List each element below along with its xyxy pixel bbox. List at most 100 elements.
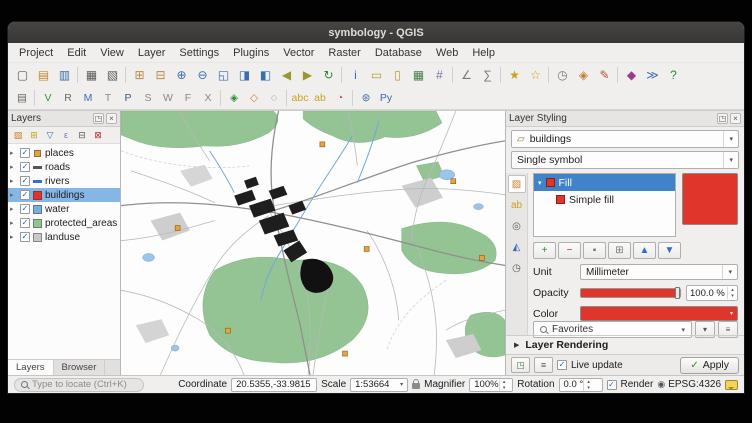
zoom-to-selection-icon[interactable]: ◨ <box>234 65 255 85</box>
toolbar-separator[interactable] <box>498 66 504 84</box>
layer-visibility-checkbox[interactable]: ✓ <box>20 204 30 214</box>
menu-item[interactable]: Settings <box>172 45 226 61</box>
menu-item[interactable]: Layer <box>131 45 173 61</box>
open-project-icon[interactable]: ▤ <box>33 65 54 85</box>
toolbar-separator[interactable] <box>75 66 81 84</box>
layer-visibility-checkbox[interactable]: ✓ <box>20 190 30 200</box>
new-shapefile-layer-icon[interactable]: ◇ <box>244 89 264 107</box>
magnifier-spinbox[interactable]: 100% ▴▾ <box>469 378 513 392</box>
add-vector-layer-icon[interactable]: V <box>38 89 58 107</box>
toolbar-separator[interactable] <box>284 89 290 107</box>
add-delimited-text-icon[interactable]: T <box>98 89 118 107</box>
close-panel-icon[interactable]: × <box>106 113 117 124</box>
zoom-next-icon[interactable]: ▶ <box>297 65 318 85</box>
deselect-features-icon[interactable]: ▯ <box>387 65 408 85</box>
add-group-icon[interactable]: ⊞ <box>26 128 42 143</box>
layer-row[interactable]: ▸ ✓ water <box>8 202 120 216</box>
menu-item[interactable]: Edit <box>60 45 93 61</box>
pan-to-selection-icon[interactable]: ⊟ <box>150 65 171 85</box>
toolbar-separator[interactable] <box>123 66 129 84</box>
layer-visibility-checkbox[interactable]: ✓ <box>20 218 30 228</box>
apply-button[interactable]: ✓ Apply <box>680 357 739 374</box>
remove-layer-icon[interactable]: ⊠ <box>90 128 106 143</box>
menu-item[interactable]: Project <box>12 45 60 61</box>
layer-selector-combo[interactable]: ▱ buildings ▾ <box>511 130 739 148</box>
python-icon[interactable]: Py <box>376 89 396 107</box>
expand-all-icon[interactable]: ⊟ <box>74 128 90 143</box>
move-symbol-down-button[interactable]: ▼ <box>658 242 681 259</box>
symbol-mode-combo[interactable]: Single symbol ▾ <box>511 151 739 169</box>
select-features-icon[interactable]: ▭ <box>366 65 387 85</box>
show-bookmarks-icon[interactable]: ☆ <box>525 65 546 85</box>
layer-visibility-checkbox[interactable]: ✓ <box>20 176 30 186</box>
layer-row[interactable]: ▸ ✓ buildings <box>8 188 120 202</box>
layer-rendering-section[interactable]: ▶ Layer Rendering <box>506 335 744 354</box>
diagram-options-icon[interactable]: ◔ <box>330 89 350 107</box>
menu-item[interactable]: Plugins <box>226 45 276 61</box>
spin-arrows-icon[interactable]: ▴▾ <box>499 379 509 391</box>
view-3d-tab[interactable]: ◭ <box>508 238 526 256</box>
menu-item[interactable]: Help <box>465 45 502 61</box>
opacity-spinbox[interactable]: 100.0 % ▴▾ <box>686 285 738 301</box>
layer-row[interactable]: ▸ ✓ protected_areas <box>8 216 120 230</box>
python-console-icon[interactable]: ≫ <box>642 65 663 85</box>
expand-arrow-icon[interactable]: ▸ <box>10 233 17 241</box>
statistical-summary-icon[interactable]: ∑ <box>477 65 498 85</box>
lock-color-button[interactable]: ▪ <box>583 242 606 259</box>
opacity-slider[interactable] <box>580 288 681 298</box>
coordinate-field[interactable]: 20.5355,-33.9815 <box>231 378 317 392</box>
menu-item[interactable]: View <box>93 45 131 61</box>
layer-row[interactable]: ▸ ✓ roads <box>8 160 120 174</box>
open-attribute-table-icon[interactable]: ▦ <box>408 65 429 85</box>
symbol-tree-item-simple-fill[interactable]: Simple fill <box>534 191 675 208</box>
rotation-spinbox[interactable]: 0.0 ° ▴▾ <box>559 378 603 392</box>
save-project-icon[interactable]: ▥ <box>54 65 75 85</box>
add-wms-icon[interactable]: W <box>158 89 178 107</box>
toolbar-separator[interactable] <box>32 89 38 107</box>
style-history-button[interactable]: ◳ <box>511 357 530 373</box>
new-bookmark-icon[interactable]: ★ <box>504 65 525 85</box>
slider-handle[interactable] <box>675 287 680 299</box>
layer-row[interactable]: ▸ ✓ places <box>8 146 120 160</box>
add-raster-layer-icon[interactable]: R <box>58 89 78 107</box>
move-symbol-up-button[interactable]: ▲ <box>633 242 656 259</box>
expand-arrow-icon[interactable]: ▸ <box>10 191 17 199</box>
zoom-full-icon[interactable]: ◱ <box>213 65 234 85</box>
toolbar-separator[interactable] <box>450 66 456 84</box>
menu-item[interactable]: Raster <box>321 45 367 61</box>
add-wfs-icon[interactable]: F <box>178 89 198 107</box>
panel-tab[interactable]: Browser <box>54 360 106 375</box>
menu-item[interactable]: Database <box>368 45 429 61</box>
filter-expression-icon[interactable]: ε <box>58 128 74 143</box>
messages-icon[interactable] <box>725 380 738 390</box>
toolbar-separator[interactable] <box>615 66 621 84</box>
live-update-checkbox[interactable]: ✓ <box>557 360 567 370</box>
open-layer-styling-icon[interactable]: ▨ <box>10 128 26 143</box>
new-geopackage-layer-icon[interactable]: ◈ <box>224 89 244 107</box>
spin-arrows-icon[interactable]: ▴▾ <box>727 287 737 299</box>
map-canvas[interactable] <box>121 111 505 375</box>
data-source-manager-icon[interactable]: ▤ <box>12 89 32 107</box>
layer-visibility-checkbox[interactable]: ✓ <box>20 162 30 172</box>
close-panel-icon[interactable]: × <box>730 113 741 124</box>
toolbar-separator[interactable] <box>339 66 345 84</box>
zoom-out-icon[interactable]: ⊖ <box>192 65 213 85</box>
expand-arrow-icon[interactable]: ▾ <box>538 179 542 187</box>
layer-row[interactable]: ▸ ✓ landuse <box>8 230 120 244</box>
mask-tab[interactable]: ◎ <box>508 217 526 235</box>
duplicate-symbol-layer-button[interactable]: ⊞ <box>608 242 631 259</box>
new-temporary-scratch-layer-icon[interactable]: ◌ <box>264 89 284 107</box>
field-calculator-icon[interactable]: # <box>429 65 450 85</box>
zoom-in-icon[interactable]: ⊕ <box>171 65 192 85</box>
label-options-icon[interactable]: ab <box>310 89 330 107</box>
layer-visibility-checkbox[interactable]: ✓ <box>20 232 30 242</box>
add-postgis-icon[interactable]: P <box>118 89 138 107</box>
expand-arrow-icon[interactable]: ▸ <box>10 219 17 227</box>
toolbar-separator[interactable] <box>350 89 356 107</box>
expand-arrow-icon[interactable]: ▸ <box>10 163 17 171</box>
scale-combo[interactable]: 1:53664 ▾ <box>350 378 408 392</box>
processing-toolbox-icon[interactable]: ⊛ <box>356 89 376 107</box>
spin-arrows-icon[interactable]: ▴▾ <box>583 379 593 391</box>
add-spatialite-icon[interactable]: S <box>138 89 158 107</box>
undock-panel-icon[interactable]: ◳ <box>717 113 728 124</box>
